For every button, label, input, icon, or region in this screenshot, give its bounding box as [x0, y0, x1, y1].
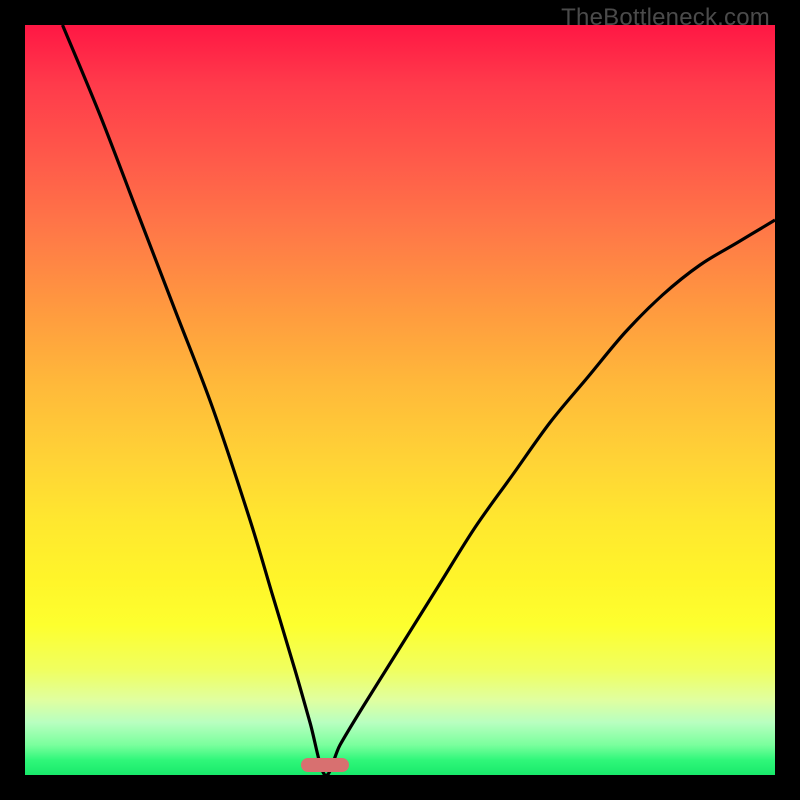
watermark-text: TheBottleneck.com: [561, 4, 770, 32]
curve-svg: [25, 25, 775, 775]
bottleneck-curve: [63, 25, 776, 775]
optimal-marker: [301, 758, 349, 772]
plot-area: [25, 25, 775, 775]
plot-frame: [25, 25, 775, 775]
